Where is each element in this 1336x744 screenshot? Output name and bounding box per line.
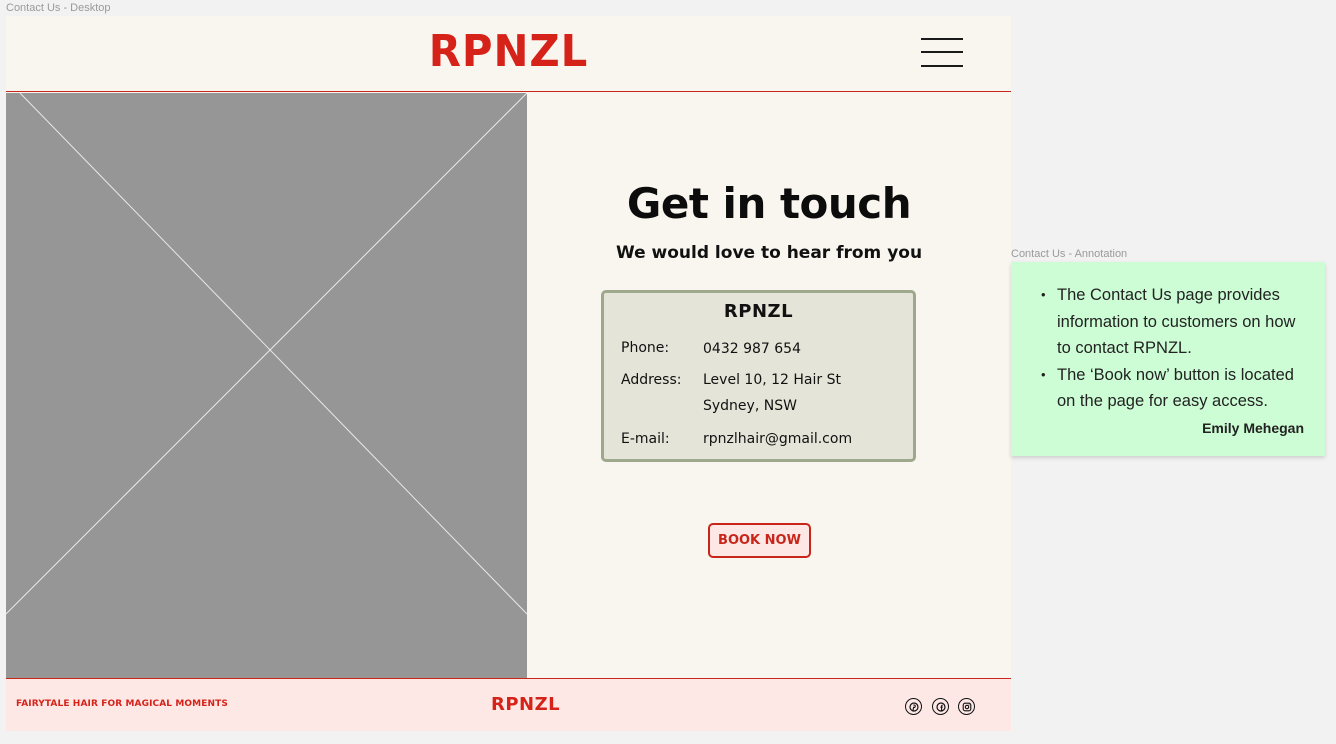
- hamburger-line: [921, 51, 963, 53]
- contact-section: Get in touch We would love to hear from …: [527, 93, 1011, 678]
- contact-card: RPNZL Phone: 0432 987 654 Address: Level…: [601, 290, 916, 462]
- frame-label-desktop: Contact Us - Desktop: [6, 2, 111, 14]
- phone-label: Phone:: [621, 340, 670, 356]
- hamburger-line: [921, 65, 963, 67]
- pinterest-icon[interactable]: [905, 698, 922, 715]
- annotation-bullet: The ‘Book now’ button is located on the …: [1041, 362, 1311, 415]
- site-footer: FAIRYTALE HAIR FOR MAGICAL MOMENTS RPNZL: [6, 678, 1011, 731]
- address-label: Address:: [621, 372, 682, 388]
- annotation-list: The Contact Us page provides information…: [1041, 282, 1311, 415]
- annotation-note: The Contact Us page provides information…: [1011, 262, 1325, 456]
- desktop-frame: RPNZL Get in touch We would love to hear…: [6, 16, 1011, 731]
- image-placeholder-icon: [6, 93, 527, 678]
- instagram-glyph: [962, 702, 971, 711]
- email-value[interactable]: rpnzlhair@gmail.com: [703, 431, 852, 447]
- phone-value[interactable]: 0432 987 654: [703, 341, 801, 357]
- frame-label-annotation: Contact Us - Annotation: [1011, 248, 1128, 260]
- hamburger-line: [921, 38, 963, 40]
- pinterest-glyph: [908, 701, 919, 712]
- page-title: Get in touch: [626, 179, 912, 228]
- book-now-button[interactable]: BOOK NOW: [708, 523, 811, 558]
- contact-card-title: RPNZL: [723, 301, 794, 322]
- email-label: E-mail:: [621, 431, 670, 447]
- footer-tagline: FAIRYTALE HAIR FOR MAGICAL MOMENTS: [16, 699, 228, 709]
- facebook-glyph: [935, 701, 946, 712]
- site-header: RPNZL: [6, 16, 1011, 92]
- address-line-2: Sydney, NSW: [703, 398, 797, 414]
- hamburger-menu-icon[interactable]: [921, 37, 965, 69]
- placeholder-cross: [6, 93, 527, 615]
- instagram-icon[interactable]: [958, 698, 975, 715]
- site-logo[interactable]: RPNZL: [31, 26, 986, 77]
- annotation-author: Emily Mehegan: [1202, 420, 1304, 436]
- footer-logo[interactable]: RPNZL: [491, 694, 560, 715]
- annotation-bullet: The Contact Us page provides information…: [1041, 282, 1311, 362]
- page-subtitle: We would love to hear from you: [615, 243, 923, 263]
- facebook-icon[interactable]: [932, 698, 949, 715]
- address-line-1: Level 10, 12 Hair St: [703, 372, 841, 388]
